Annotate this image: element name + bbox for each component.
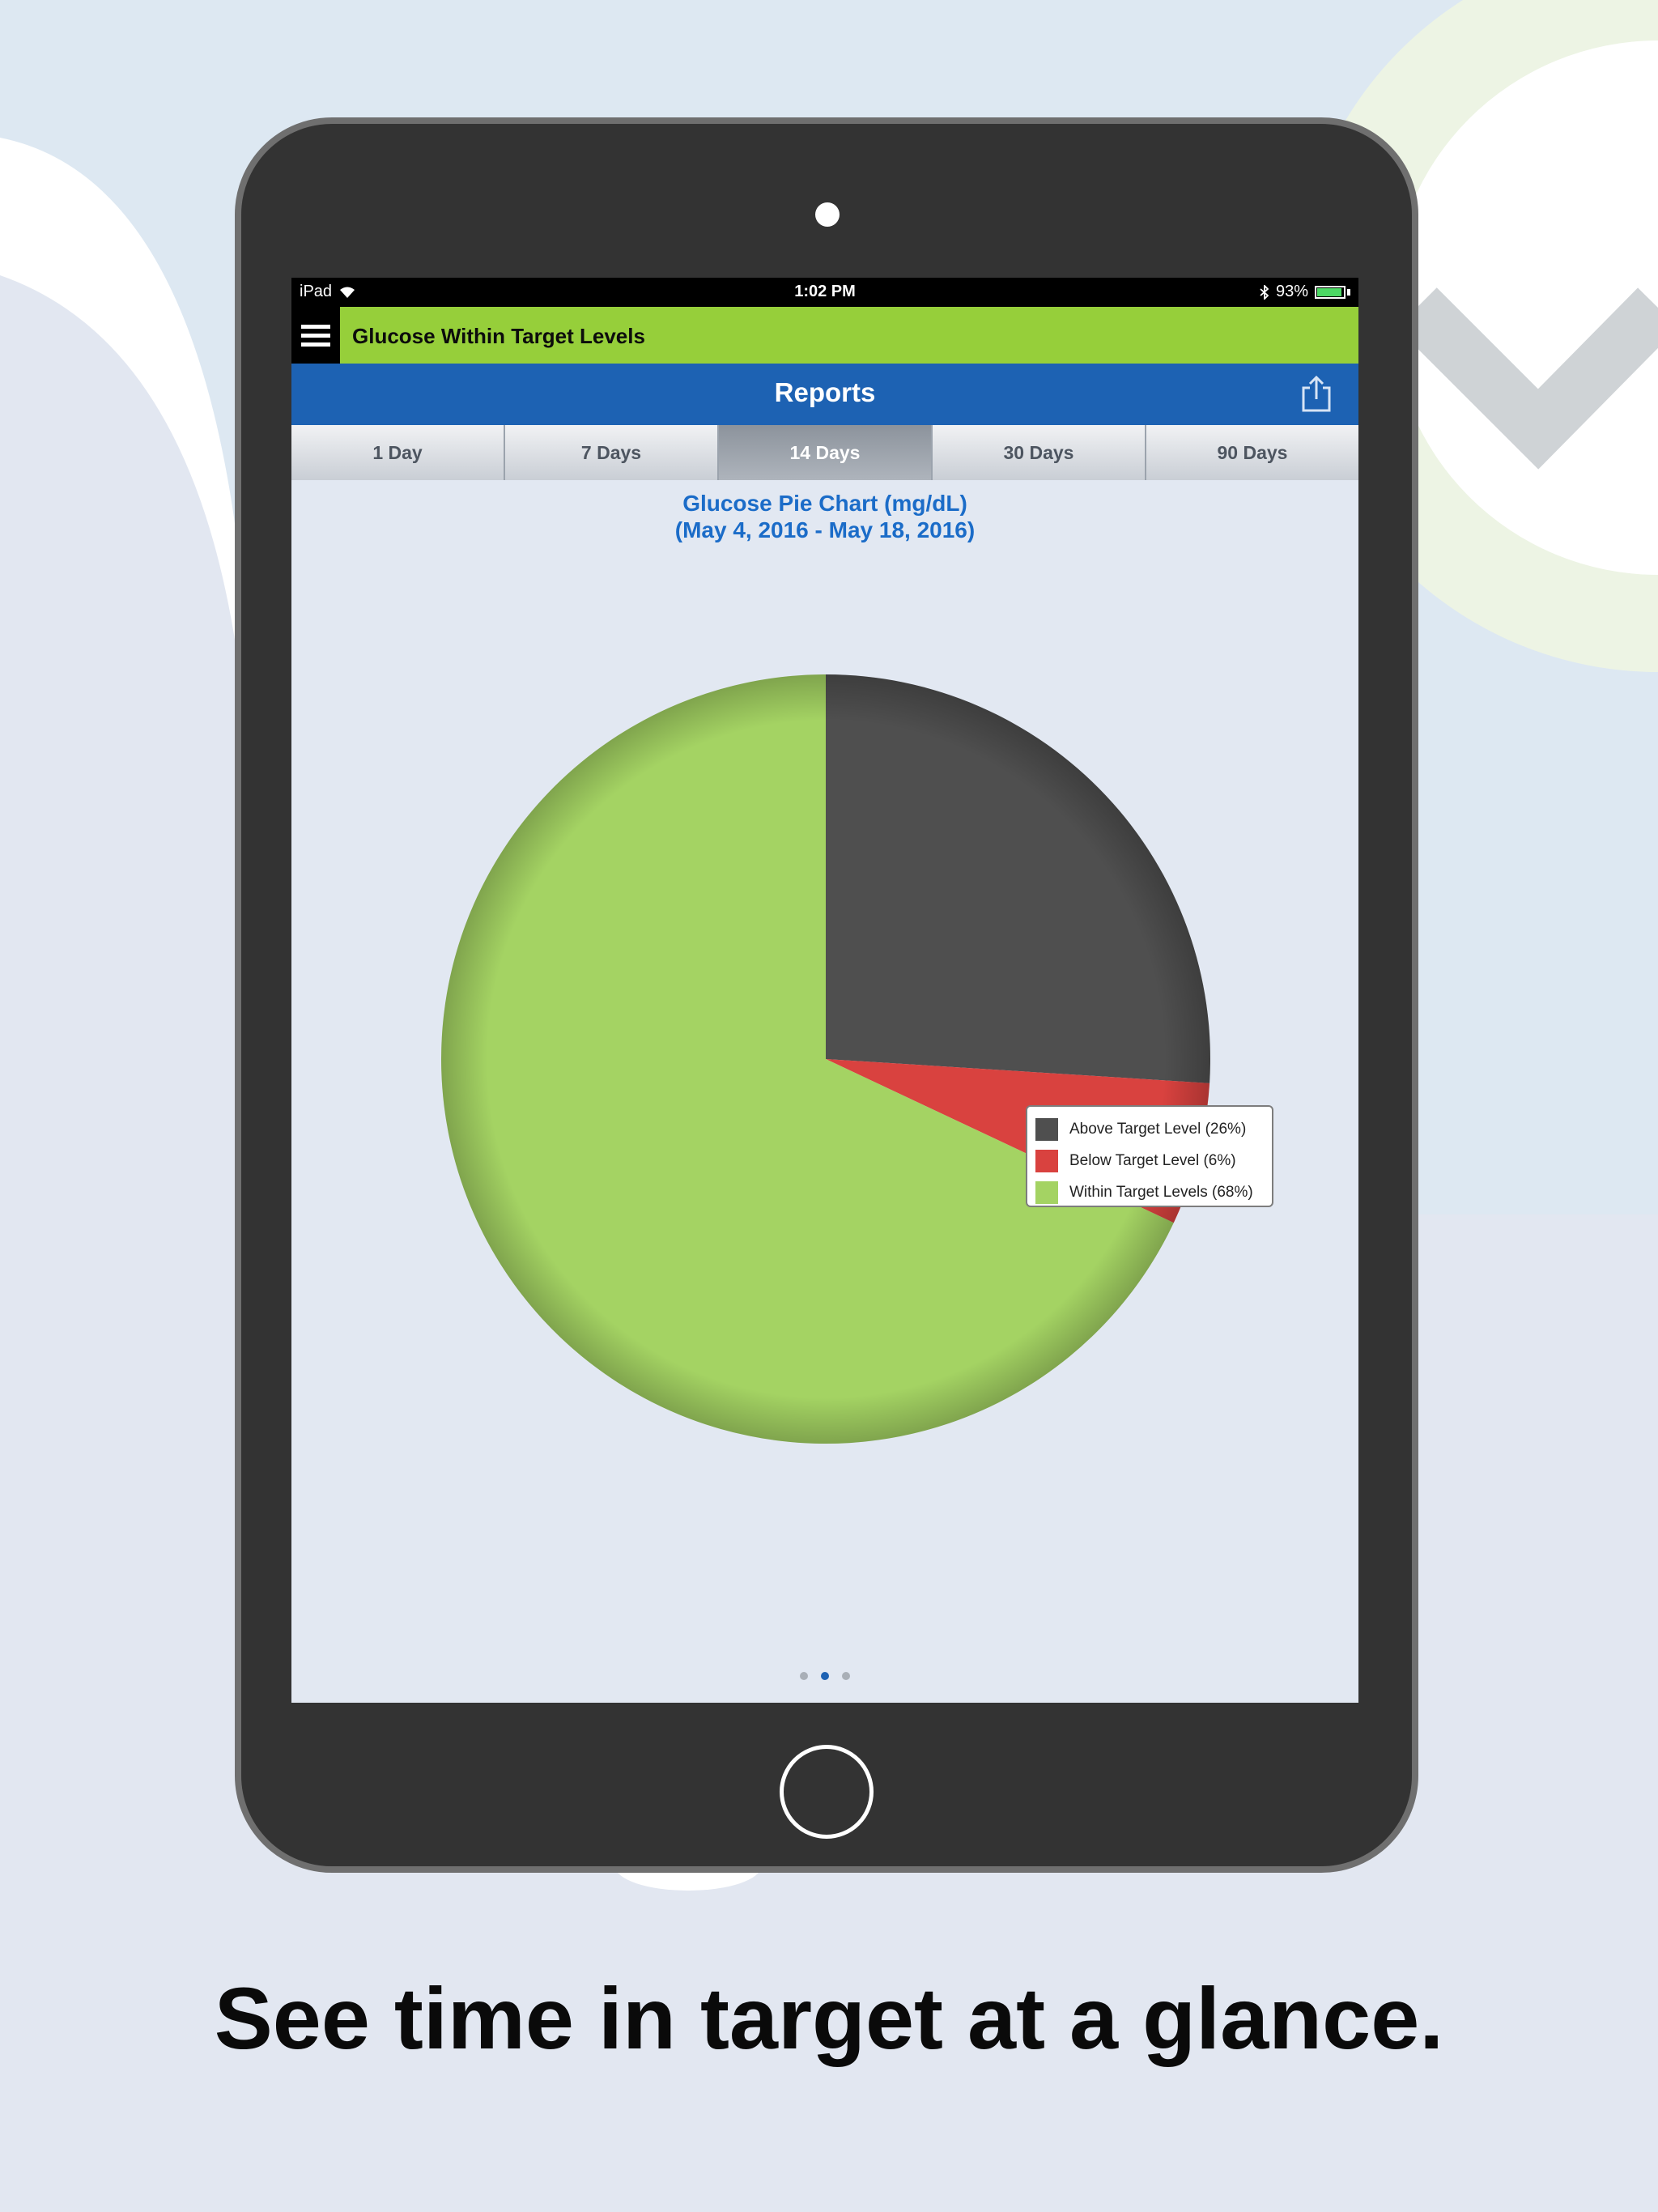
page-dot[interactable] [842, 1672, 850, 1680]
legend-swatch [1035, 1149, 1058, 1172]
legend-item-above: Above Target Level (26%) [1035, 1113, 1264, 1145]
legend-swatch [1035, 1117, 1058, 1141]
marketing-caption: See time in target at a glance. [214, 1969, 1444, 2067]
page-dot[interactable] [800, 1672, 808, 1680]
legend-label-below: Below Target Level (6%) [1069, 1151, 1236, 1169]
pie-shading [441, 674, 1210, 1444]
page-dot[interactable] [821, 1672, 829, 1680]
home-button[interactable] [780, 1745, 874, 1839]
legend-label-within: Within Target Levels (68%) [1069, 1183, 1253, 1201]
camera-icon [815, 202, 840, 227]
legend-swatch [1035, 1180, 1058, 1204]
chart-legend: Above Target Level (26%) Below Target Le… [1026, 1105, 1273, 1207]
page-indicator[interactable] [291, 1672, 1358, 1680]
legend-item-below: Below Target Level (6%) [1035, 1145, 1264, 1176]
glucose-pie-chart [440, 674, 1210, 1444]
legend-item-within: Within Target Levels (68%) [1035, 1176, 1264, 1208]
app-screen: iPad 1:02 PM 93% Glucose Within Target L… [291, 278, 1358, 1703]
legend-label-above: Above Target Level (26%) [1069, 1120, 1247, 1138]
